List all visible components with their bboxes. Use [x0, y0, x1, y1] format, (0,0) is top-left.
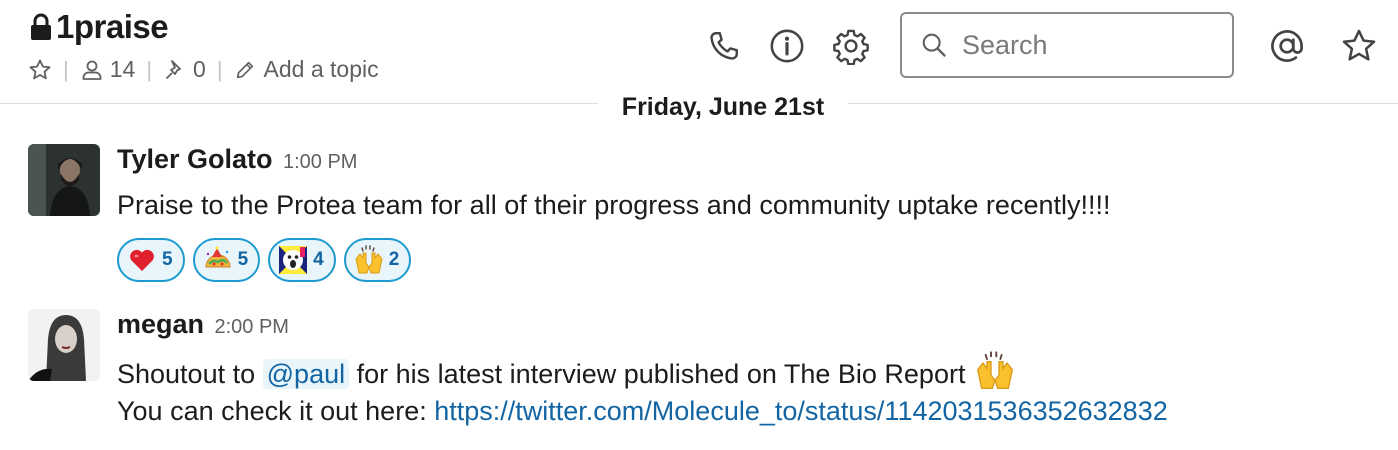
avatar-image: [28, 144, 100, 216]
star-outline-icon: [29, 59, 51, 79]
gear-icon: [833, 29, 869, 65]
pencil-icon: [236, 61, 253, 78]
message-header: megan 2:00 PM: [117, 309, 289, 340]
channel-settings-button[interactable]: [831, 26, 871, 66]
search-icon: [922, 33, 946, 57]
message-text: You can check it out here:: [117, 396, 427, 426]
message-text-line: Shoutout to @paul for his latest intervi…: [117, 351, 1017, 391]
pin-icon: [166, 59, 181, 79]
phone-icon: [710, 32, 738, 60]
reactions-bar: 5 5 4 2: [117, 238, 412, 282]
author-name[interactable]: megan: [117, 309, 204, 339]
separator: |: [63, 56, 69, 82]
members-button[interactable]: 14: [80, 56, 136, 83]
star-icon: [1342, 29, 1376, 61]
avatar[interactable]: [28, 144, 100, 216]
message-text: Shoutout to: [117, 359, 256, 389]
author-name[interactable]: Tyler Golato: [117, 144, 273, 174]
message-text: for his latest interview published on Th…: [356, 359, 966, 389]
add-topic-label: Add a topic: [263, 56, 379, 82]
lock-icon: [31, 13, 51, 40]
channel-details-button[interactable]: [767, 26, 807, 66]
timestamp[interactable]: 1:00 PM: [283, 151, 357, 173]
star-channel-button[interactable]: [28, 58, 52, 82]
message-link[interactable]: https://twitter.com/Molecule_to/status/1…: [434, 396, 1168, 426]
pinned-button[interactable]: 0: [163, 56, 206, 83]
date-divider[interactable]: Friday, June 21st: [598, 90, 848, 124]
at-sign-icon: [1271, 30, 1303, 62]
raised-hands-emoji-icon: [976, 351, 1014, 389]
raised-hands-emoji-icon: [355, 245, 383, 274]
channel-name: 1praise: [56, 8, 169, 45]
screaming-face-emoji-icon: [279, 246, 308, 274]
reaction-heart[interactable]: 5: [117, 238, 185, 282]
add-topic-button[interactable]: Add a topic: [234, 56, 379, 83]
starred-items-button[interactable]: [1339, 26, 1379, 66]
avatar-image: [28, 309, 100, 381]
message-text: Praise to the Protea team for all of the…: [117, 190, 1111, 220]
reaction-raised-hands[interactable]: 2: [343, 238, 412, 282]
channel-meta: | 14 | 0 | Add a topic: [28, 56, 379, 83]
taco-party-emoji-icon: [205, 246, 231, 268]
timestamp[interactable]: 2:00 PM: [214, 316, 288, 338]
reaction-count: 2: [388, 249, 400, 270]
channel-header: 1praise | 14 | 0 | Add a topic Search: [0, 0, 1398, 104]
pinned-count: 0: [193, 56, 206, 82]
search-box[interactable]: [900, 12, 1234, 78]
reaction-screaming-face[interactable]: 4: [268, 238, 336, 282]
reaction-count: 4: [313, 249, 324, 270]
reaction-taco-party[interactable]: 5: [192, 238, 261, 282]
separator: |: [146, 56, 153, 82]
member-icon: [82, 60, 102, 80]
user-mention[interactable]: @paul: [262, 359, 350, 389]
message-text-line: You can check it out here: https://twitt…: [117, 396, 1168, 427]
member-count: 14: [109, 56, 136, 82]
avatar[interactable]: [28, 309, 100, 381]
reaction-count: 5: [237, 249, 249, 270]
separator: |: [216, 56, 223, 82]
mentions-button[interactable]: [1267, 26, 1307, 66]
message-header: Tyler Golato 1:00 PM: [117, 144, 357, 175]
call-button[interactable]: [704, 26, 744, 66]
info-icon: [770, 29, 804, 63]
reaction-count: 5: [162, 249, 173, 270]
search-input[interactable]: [960, 28, 1224, 62]
channel-title[interactable]: 1praise: [30, 8, 169, 46]
heart-emoji-icon: [130, 249, 154, 271]
